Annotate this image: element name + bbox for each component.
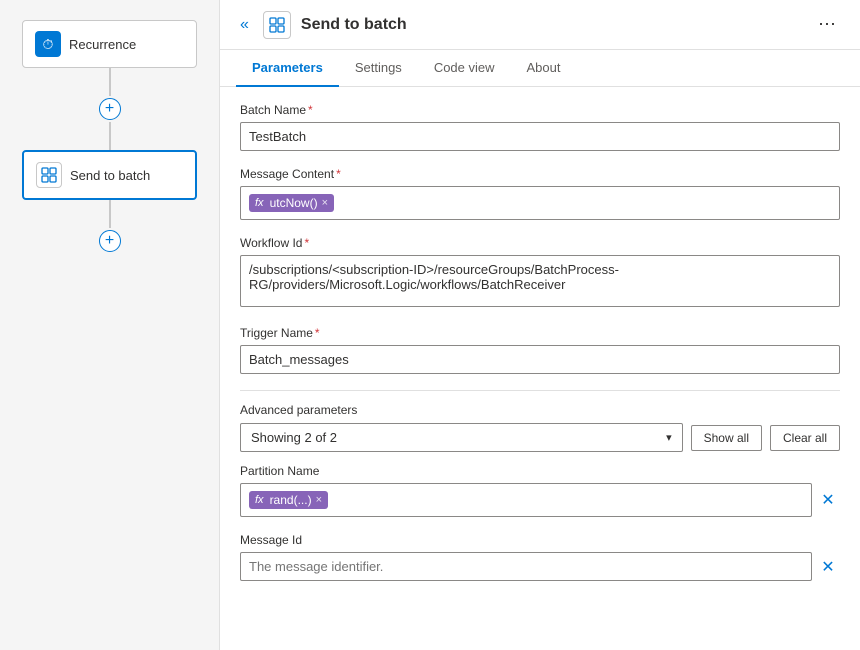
workflow-canvas: ⏱ Recurrence + Send to batch + [0,0,220,650]
send-to-batch-node[interactable]: Send to batch [22,150,197,200]
advanced-parameters-dropdown[interactable]: Showing 2 of 2 ▾ [240,423,683,452]
token-label: utcNow() [270,196,318,210]
rand-token[interactable]: fx rand(...) × [249,491,328,509]
batch-icon [36,162,62,188]
workflow-id-label: Workflow Id* [240,236,840,250]
batch-name-label: Batch Name* [240,103,840,117]
tab-about[interactable]: About [511,50,577,87]
partition-name-row: fx rand(...) × ✕ [240,483,840,517]
advanced-parameters-label: Advanced parameters [240,403,840,417]
tab-settings[interactable]: Settings [339,50,418,87]
workflow-id-field-group: Workflow Id* [240,236,840,310]
more-options-button[interactable]: ⋯ [810,10,844,39]
add-after-button[interactable]: + [99,230,121,252]
clear-all-button[interactable]: Clear all [770,425,840,451]
partition-name-field-group: Partition Name fx rand(...) × ✕ [240,464,840,517]
partition-clear-button[interactable]: ✕ [816,488,840,512]
message-id-row: ✕ [240,552,840,581]
send-to-batch-label: Send to batch [70,168,150,183]
message-id-clear-button[interactable]: ✕ [816,555,840,579]
dropdown-value: Showing 2 of 2 [251,430,337,445]
panel-header: « Send to batch ⋯ [220,0,860,50]
message-id-label: Message Id [240,533,840,547]
rand-token-label: rand(...) [270,493,312,507]
message-content-field-group: Message Content* fx utcNow() × [240,167,840,220]
batch-name-input[interactable] [240,122,840,151]
connector-2 [109,122,111,150]
message-id-input[interactable] [240,552,812,581]
panel-header-icon [263,11,291,39]
partition-name-input[interactable]: fx rand(...) × [240,483,812,517]
workflow-id-input[interactable] [240,255,840,307]
message-content-input[interactable]: fx utcNow() × [240,186,840,220]
trigger-name-label: Trigger Name* [240,326,840,340]
recurrence-icon: ⏱ [35,31,61,57]
connector-3 [109,200,111,228]
token-close-button[interactable]: × [322,197,328,209]
advanced-parameters-section: Advanced parameters Showing 2 of 2 ▾ Sho… [240,403,840,452]
add-between-button[interactable]: + [99,98,121,120]
show-all-button[interactable]: Show all [691,425,762,451]
panel-title: Send to batch [301,16,800,34]
partition-name-label: Partition Name [240,464,840,478]
tab-code-view[interactable]: Code view [418,50,511,87]
recurrence-label: Recurrence [69,37,136,52]
tab-parameters[interactable]: Parameters [236,50,339,87]
panel-content: Batch Name* Message Content* fx utcNow()… [220,87,860,650]
fx-icon: fx [255,197,264,209]
message-content-label: Message Content* [240,167,840,181]
batch-name-field-group: Batch Name* [240,103,840,151]
detail-panel: « Send to batch ⋯ Parameters Settings Co… [220,0,860,650]
chevron-down-icon: ▾ [666,431,672,444]
trigger-name-field-group: Trigger Name* [240,326,840,374]
utcnow-token[interactable]: fx utcNow() × [249,194,334,212]
advanced-dropdown-row: Showing 2 of 2 ▾ Show all Clear all [240,423,840,452]
trigger-name-input[interactable] [240,345,840,374]
fx-icon-2: fx [255,494,264,506]
divider [240,390,840,391]
collapse-button[interactable]: « [236,12,253,38]
message-id-field-group: Message Id ✕ [240,533,840,581]
connector-1 [109,68,111,96]
recurrence-node[interactable]: ⏱ Recurrence [22,20,197,68]
tab-bar: Parameters Settings Code view About [220,50,860,87]
rand-token-close[interactable]: × [316,494,322,506]
